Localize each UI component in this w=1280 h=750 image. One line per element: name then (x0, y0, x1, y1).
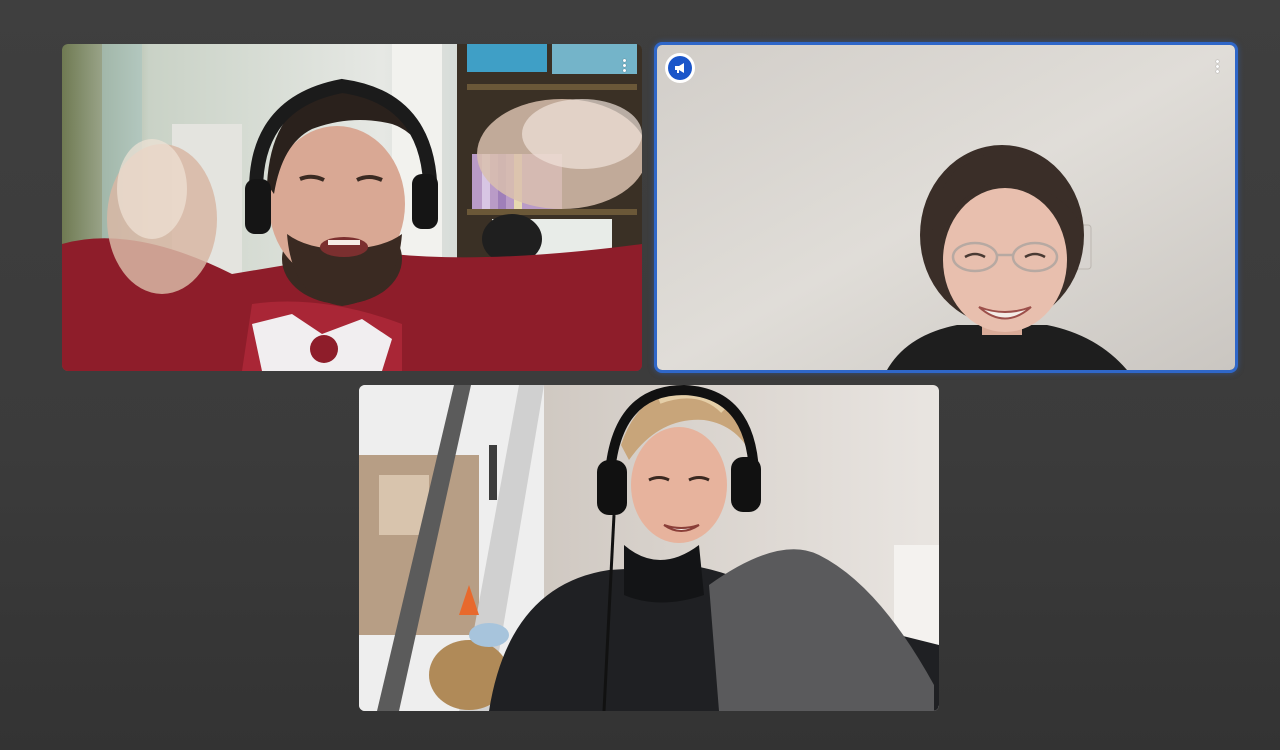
participant-video-tile-1[interactable] (62, 44, 642, 371)
participant-video-feed (359, 385, 939, 711)
participant-video-tile-3[interactable] (359, 385, 939, 711)
more-options-icon[interactable] (614, 54, 634, 76)
presenting-badge (665, 53, 695, 83)
participant-video-feed (62, 44, 642, 371)
megaphone-icon (668, 56, 692, 80)
participant-video-tile-2-active-speaker[interactable] (654, 42, 1238, 373)
more-options-icon[interactable] (1207, 55, 1227, 77)
video-call-stage (0, 0, 1280, 750)
participant-video-feed (657, 45, 1235, 370)
